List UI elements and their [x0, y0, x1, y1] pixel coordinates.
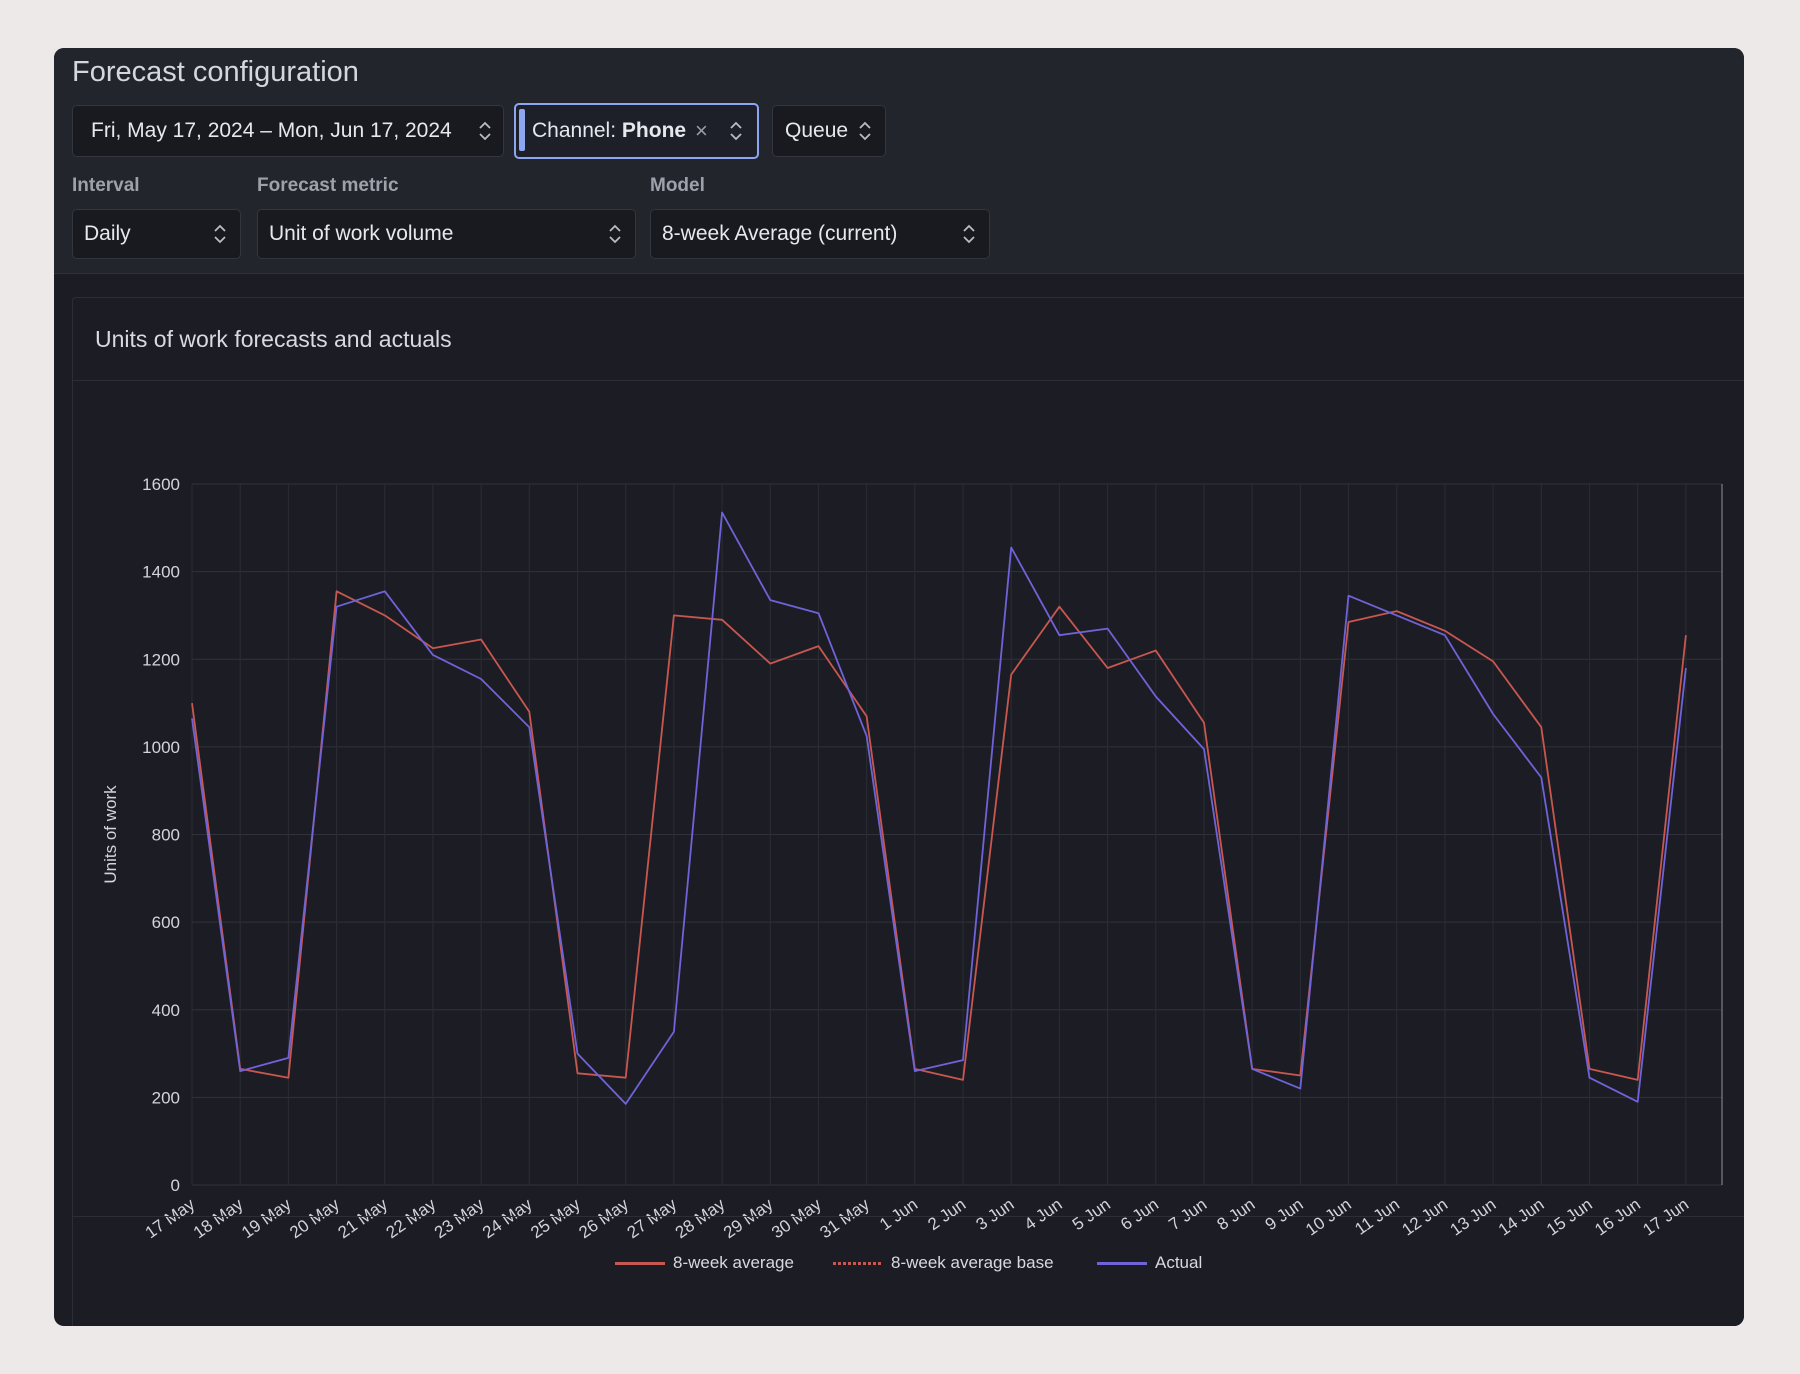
legend-label: Actual — [1155, 1253, 1203, 1272]
channel-label: Channel: Phone — [532, 119, 686, 143]
chevron-up-down-icon[interactable] — [728, 118, 744, 144]
chevron-up-down-icon — [212, 221, 228, 247]
forecast-metric-label: Forecast metric — [257, 175, 399, 196]
forecast-metric-value: Unit of work volume — [269, 222, 454, 245]
x-tick-label: 17 Jun — [1639, 1195, 1692, 1240]
x-tick-label: 8 Jun — [1213, 1195, 1258, 1234]
chevron-up-down-icon — [477, 118, 493, 144]
interval-value: Daily — [84, 222, 131, 245]
x-tick-label: 12 Jun — [1398, 1195, 1451, 1240]
x-tick-label: 21 May — [334, 1194, 391, 1242]
y-tick-label: 600 — [152, 913, 180, 932]
model-label: Model — [650, 175, 705, 196]
x-tick-label: 19 May — [238, 1194, 295, 1242]
legend-item-8-week-average-base[interactable]: 8-week average base — [833, 1251, 1054, 1275]
channel-value: Phone — [621, 119, 687, 142]
forecast-window: Forecast configuration Fri, May 17, 2024… — [54, 48, 1744, 1326]
model-value: 8-week Average (current) — [662, 222, 898, 245]
x-tick-label: 17 May — [142, 1194, 199, 1242]
y-tick-label: 1000 — [142, 738, 180, 757]
y-tick-label: 1400 — [142, 563, 180, 582]
y-axis-label: Units of work — [101, 785, 120, 884]
x-tick-label: 10 Jun — [1302, 1195, 1355, 1240]
x-tick-label: 31 May — [816, 1194, 873, 1242]
divider — [73, 1216, 1744, 1217]
x-tick-label: 23 May — [431, 1194, 488, 1242]
x-tick-label: 28 May — [672, 1194, 729, 1242]
interval-select[interactable]: Daily — [72, 209, 241, 259]
chevron-up-down-icon — [961, 221, 977, 247]
legend-swatch — [615, 1261, 665, 1265]
legend-label: 8-week average — [673, 1253, 794, 1272]
x-tick-label: 6 Jun — [1117, 1195, 1162, 1234]
x-tick-label: 29 May — [720, 1194, 777, 1242]
chart-panel: Units of work forecasts and actuals 0 200… — [72, 297, 1744, 1326]
date-range-picker[interactable]: Fri, May 17, 2024 – Mon, Jun 17, 2024 — [72, 105, 504, 157]
series-line-8-week-average — [191, 590, 1687, 1081]
interval-label: Interval — [72, 175, 140, 196]
x-tick-label: 4 Jun — [1021, 1195, 1066, 1234]
queue-label: Queue — [785, 119, 849, 142]
legend-swatch — [833, 1261, 883, 1265]
forecast-metric-select[interactable]: Unit of work volume — [257, 209, 636, 259]
channel-prefix: Channel: — [532, 119, 622, 142]
x-tick-label: 30 May — [768, 1194, 825, 1242]
x-tick-label: 20 May — [286, 1194, 343, 1242]
x-tick-label: 27 May — [624, 1194, 681, 1242]
page-title: Forecast configuration — [72, 56, 359, 88]
x-tick-label: 26 May — [575, 1194, 632, 1242]
queue-filter[interactable]: Queue — [772, 105, 886, 157]
x-tick-label: 24 May — [479, 1194, 536, 1242]
date-range-value: Fri, May 17, 2024 – Mon, Jun 17, 2024 — [91, 119, 452, 142]
line-chart: 0 200 400 600 800 1000 1200 1400 1600 17 May18 Ma… — [101, 475, 1723, 1242]
model-select[interactable]: 8-week Average (current) — [650, 209, 990, 259]
x-tick-label: 7 Jun — [1165, 1195, 1210, 1234]
x-tick-label: 16 Jun — [1591, 1195, 1644, 1240]
x-tick-label: 14 Jun — [1495, 1195, 1548, 1240]
x-tick-label: 3 Jun — [973, 1195, 1018, 1234]
legend-item-actual[interactable]: Actual — [1097, 1251, 1202, 1275]
y-tick-label: 0 — [171, 1176, 180, 1195]
series-line-actual — [191, 511, 1687, 1105]
x-tick-label: 5 Jun — [1069, 1195, 1114, 1234]
x-tick-label: 25 May — [527, 1194, 584, 1242]
close-icon[interactable]: × — [695, 118, 708, 144]
x-tick-label: 1 Jun — [876, 1195, 921, 1234]
x-tick-label: 18 May — [190, 1194, 247, 1242]
y-tick-label: 400 — [152, 1001, 180, 1020]
channel-accent-bar — [519, 109, 525, 151]
x-tick-label: 22 May — [383, 1194, 440, 1242]
x-tick-label: 2 Jun — [924, 1195, 969, 1234]
chevron-up-down-icon — [607, 221, 623, 247]
channel-filter[interactable]: Channel: Phone × — [514, 103, 759, 159]
y-tick-label: 1200 — [142, 650, 180, 669]
legend-item-8-week-average[interactable]: 8-week average — [615, 1251, 794, 1275]
legend-label: 8-week average base — [891, 1253, 1054, 1272]
y-tick-label: 800 — [152, 826, 180, 845]
chevron-up-down-icon — [857, 118, 873, 144]
x-tick-label: 15 Jun — [1543, 1195, 1596, 1240]
y-tick-label: 1600 — [142, 475, 180, 494]
x-tick-label: 9 Jun — [1262, 1195, 1307, 1234]
x-tick-label: 13 Jun — [1447, 1195, 1500, 1240]
y-tick-label: 200 — [152, 1088, 180, 1107]
config-panel: Forecast configuration Fri, May 17, 2024… — [54, 48, 1744, 274]
legend-swatch — [1097, 1261, 1147, 1265]
